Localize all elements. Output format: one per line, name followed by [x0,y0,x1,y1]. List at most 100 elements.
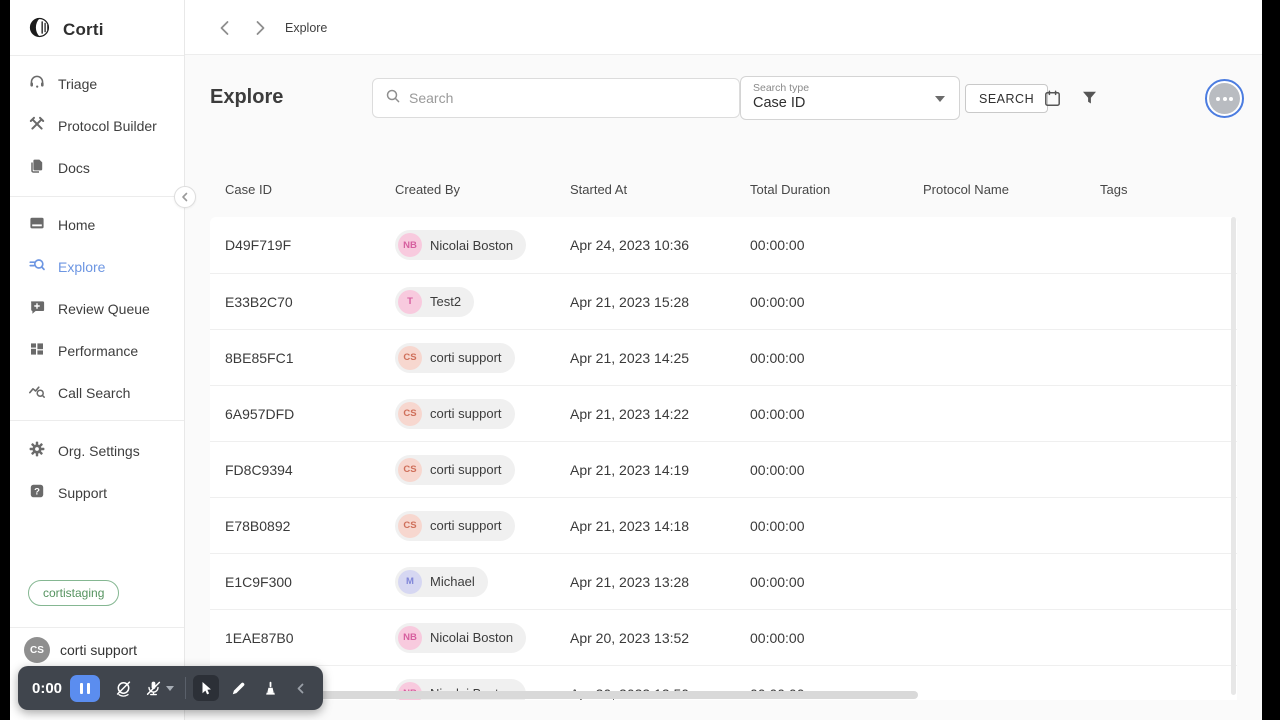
started-at-cell: Apr 21, 2023 14:18 [570,517,690,534]
workspace-badge: cortistaging [28,580,120,606]
mic-options-caret[interactable] [166,685,175,691]
pause-button[interactable] [70,674,101,702]
case-id-cell: 8BE85FC1 [225,349,294,366]
collapse-toolbar-icon[interactable] [287,675,313,701]
sidebar-item-review-queue[interactable]: Review Queue [28,297,150,321]
tools-icon [28,115,46,138]
creator-name: corti support [430,406,502,421]
vertical-scrollbar[interactable] [1231,217,1236,695]
sidebar-collapse-button[interactable] [174,186,196,208]
sidebar-item-explore[interactable]: Explore [28,255,105,279]
case-id-cell: E78B0892 [225,517,291,534]
table-row[interactable]: D49F719F NB Nicolai Boston Apr 24, 2023 10:… [210,217,1237,273]
avatar: CS [398,513,422,538]
more-options-button[interactable] [1205,79,1244,118]
camera-off-icon[interactable] [110,675,136,701]
search-type-value: Case ID [753,95,806,111]
creator-name: Michael [430,574,475,589]
avatar: T [398,289,422,314]
brand-name: Corti [63,20,104,39]
creator-name: corti support [430,518,502,533]
creator-name: Nicolai Boston [430,237,514,253]
table-header: Case ID Created By Started At Total Dura… [210,179,1237,199]
table-row[interactable]: E33B2C70 T Test2 Apr 21, 2023 15:28 00:00:00 [210,273,1237,329]
total-duration-cell: 00:00:00 [750,573,805,590]
started-at-cell: Apr 24, 2023 10:36 [570,237,690,253]
search-box[interactable] [372,78,740,118]
avatar: M [398,569,422,594]
back-arrow-icon[interactable] [215,18,235,38]
mic-off-icon[interactable] [140,675,166,701]
sidebar-item-protocol-builder[interactable]: Protocol Builder [28,114,157,138]
column-header: Tags [1100,181,1128,197]
created-by-cell: T Test2 [395,286,570,317]
started-at-cell: Apr 21, 2023 15:28 [570,293,690,310]
page-title: Explore [210,86,284,108]
call-search-icon [28,382,46,405]
sidebar-item-call-search[interactable]: Call Search [28,381,130,405]
sidebar-item-triage[interactable]: Triage [28,72,97,96]
table-row[interactable]: E1C9F300 M Michael Apr 21, 2023 13:28 00:00:… [210,553,1237,609]
table-row[interactable]: 1EAE87B0 NB Nicolai Boston Apr 20, 2023 13:… [210,609,1237,665]
sidebar-item-docs[interactable]: Docs [28,156,90,180]
sidebar-item-label: Docs [58,160,90,176]
sidebar-item-label: Performance [58,343,139,359]
case-id-cell: 6A957DFD [225,405,295,422]
table-row[interactable]: FD8C9394 CS corti support Apr 21, 2023 14:1… [210,441,1237,497]
total-duration-cell: 00:00:00 [750,349,805,366]
creator-chip: CS corti support [395,510,515,541]
search-input[interactable] [409,90,727,106]
creator-chip: NB Nicolai Boston [395,230,527,260]
creator-name: Test2 [430,294,462,309]
total-duration-cell: 00:00:00 [750,461,805,478]
user-name: corti support [60,642,138,658]
case-id-cell: E1C9F300 [225,573,292,590]
search-type-select[interactable]: Search type Case ID [740,76,960,120]
total-duration-cell: 00:00:00 [750,293,805,310]
case-id-cell: 1EAE87B0 [225,629,294,646]
app-window: Explore Explore Search type Case ID SEAR… [10,0,1262,720]
creator-chip: NB Nicolai Boston [395,622,527,653]
explore-icon [28,256,46,279]
pen-tool-button[interactable] [225,675,251,701]
ellipsis-icon [1209,83,1240,114]
settings-icon [28,440,46,463]
forward-arrow-icon[interactable] [250,18,270,38]
started-at-cell: Apr 21, 2023 14:19 [570,461,690,478]
creator-chip: CS corti support [395,398,515,429]
sidebar-item-label: Triage [58,76,98,92]
search-icon [385,88,401,109]
search-button[interactable]: SEARCH [965,84,1049,113]
started-at-cell: Apr 20, 2023 13:52 [570,629,690,646]
sidebar-item-support[interactable]: ? Support [28,481,107,505]
sidebar-item-home[interactable]: Home [28,213,95,237]
column-header: Total Duration [750,181,831,197]
user-menu[interactable]: CS corti support [24,637,137,663]
breadcrumb: Explore [285,21,328,35]
created-by-cell: CS corti support [395,342,570,373]
table-row[interactable]: 8BE85FC1 CS corti support Apr 21, 2023 14:2… [210,329,1237,385]
total-duration-cell: 00:00:00 [750,517,805,534]
creator-chip: CS corti support [395,342,515,373]
sidebar-item-performance[interactable]: Performance [28,339,138,363]
support-icon: ? [28,482,46,505]
creator-name: corti support [430,350,502,365]
cursor-tool-button[interactable] [193,675,220,701]
home-icon [28,214,46,237]
table-row[interactable]: E78B0892 CS corti support Apr 21, 2023 14:1… [210,497,1237,553]
creator-chip: CS corti support [395,454,515,485]
eraser-tool-button[interactable] [257,675,283,701]
sidebar-item-org-settings[interactable]: Org. Settings [28,439,140,463]
sidebar: Corti Triage Protocol Builder Docs Home Expl… [10,0,185,720]
performance-icon [28,340,46,363]
sidebar-item-label: Explore [58,259,106,275]
avatar: CS [398,345,422,370]
sidebar-item-label: Support [58,485,108,501]
column-header: Created By [395,181,461,197]
case-id-cell: E33B2C70 [225,293,293,310]
calendar-icon[interactable] [1043,89,1063,109]
filter-icon[interactable] [1081,89,1101,109]
creator-name: corti support [430,462,502,477]
table-row[interactable]: 6A957DFD CS corti support Apr 21, 2023 14:2… [210,385,1237,441]
started-at-cell: Apr 21, 2023 14:22 [570,405,690,422]
